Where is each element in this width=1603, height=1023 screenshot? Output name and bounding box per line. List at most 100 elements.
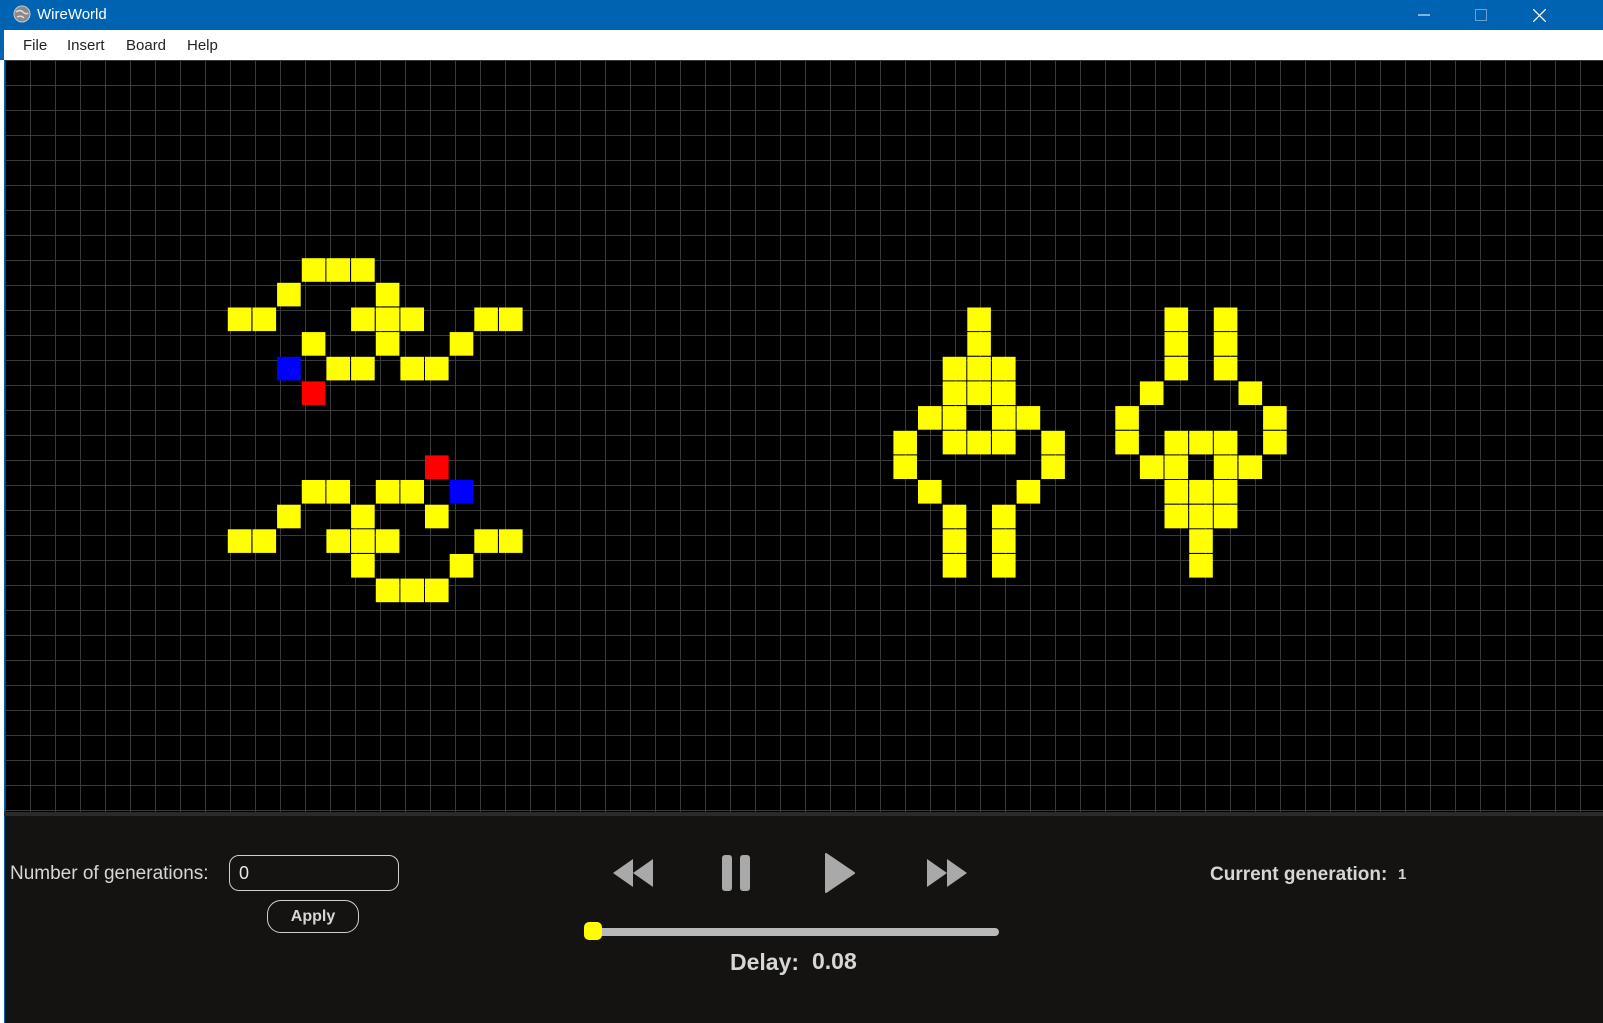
conductor-cell[interactable] [992, 554, 1016, 578]
conductor-cell[interactable] [499, 529, 523, 553]
wireworld-board[interactable] [4, 60, 1603, 812]
generations-input[interactable] [229, 855, 399, 891]
conductor-cell[interactable] [942, 356, 967, 381]
conductor-cell[interactable] [474, 529, 498, 553]
conductor-cell[interactable] [400, 578, 424, 603]
delay-slider-track[interactable] [585, 928, 999, 936]
conductor-cell[interactable] [1189, 529, 1213, 553]
conductor-cell[interactable] [942, 430, 967, 455]
conductor-cell[interactable] [277, 282, 301, 307]
conductor-cell[interactable] [400, 480, 424, 504]
electron-head-cell[interactable] [277, 356, 301, 381]
menu-insert[interactable]: Insert [67, 37, 105, 54]
conductor-cell[interactable] [967, 332, 991, 356]
conductor-cell[interactable] [1189, 430, 1213, 455]
conductor-cell[interactable] [449, 332, 474, 356]
conductor-cell[interactable] [967, 381, 991, 405]
conductor-cell[interactable] [992, 381, 1016, 405]
conductor-cell[interactable] [1213, 430, 1238, 455]
conductor-cell[interactable] [425, 356, 449, 381]
conductor-cell[interactable] [326, 480, 350, 504]
menu-board[interactable]: Board [126, 37, 166, 54]
conductor-cell[interactable] [351, 529, 375, 553]
conductor-cell[interactable] [967, 430, 991, 455]
conductor-cell[interactable] [1139, 381, 1164, 405]
conductor-cell[interactable] [1189, 504, 1213, 529]
conductor-cell[interactable] [992, 529, 1016, 553]
conductor-cell[interactable] [326, 529, 350, 553]
menu-help[interactable]: Help [187, 37, 218, 54]
conductor-cell[interactable] [1213, 332, 1238, 356]
conductor-cell[interactable] [499, 307, 523, 332]
conductor-cell[interactable] [992, 406, 1016, 430]
apply-button[interactable]: Apply [267, 900, 359, 933]
conductor-cell[interactable] [942, 504, 967, 529]
conductor-cell[interactable] [1213, 504, 1238, 529]
conductor-cell[interactable] [992, 504, 1016, 529]
conductor-cell[interactable] [351, 356, 375, 381]
pause-icon[interactable] [710, 847, 762, 899]
conductor-cell[interactable] [277, 504, 301, 529]
conductor-cell[interactable] [1238, 381, 1263, 405]
conductor-cell[interactable] [227, 307, 252, 332]
conductor-cell[interactable] [1115, 430, 1139, 455]
conductor-cell[interactable] [992, 430, 1016, 455]
conductor-cell[interactable] [351, 307, 375, 332]
conductor-cell[interactable] [1164, 480, 1189, 504]
conductor-cell[interactable] [375, 529, 400, 553]
fast-forward-icon[interactable] [921, 847, 973, 899]
conductor-cell[interactable] [400, 356, 424, 381]
conductor-cell[interactable] [918, 406, 942, 430]
rewind-icon[interactable] [607, 847, 659, 899]
conductor-cell[interactable] [227, 529, 252, 553]
conductor-cell[interactable] [1213, 480, 1238, 504]
conductor-cell[interactable] [375, 578, 400, 603]
conductor-cell[interactable] [252, 529, 277, 553]
electron-tail-cell[interactable] [425, 455, 449, 479]
conductor-cell[interactable] [375, 307, 400, 332]
delay-slider-thumb[interactable] [584, 922, 602, 940]
conductor-cell[interactable] [375, 332, 400, 356]
play-icon[interactable] [813, 847, 865, 899]
conductor-cell[interactable] [1115, 406, 1139, 430]
conductor-cell[interactable] [1164, 504, 1189, 529]
electron-tail-cell[interactable] [301, 381, 326, 405]
conductor-cell[interactable] [1016, 480, 1041, 504]
conductor-cell[interactable] [301, 258, 326, 282]
conductor-cell[interactable] [1164, 307, 1189, 332]
conductor-cell[interactable] [375, 282, 400, 307]
conductor-cell[interactable] [351, 258, 375, 282]
conductor-cell[interactable] [1164, 430, 1189, 455]
conductor-cell[interactable] [1213, 356, 1238, 381]
conductor-cell[interactable] [942, 529, 967, 553]
conductor-cell[interactable] [326, 356, 350, 381]
conductor-cell[interactable] [1041, 455, 1065, 479]
conductor-cell[interactable] [1164, 455, 1189, 479]
conductor-cell[interactable] [942, 406, 967, 430]
conductor-cell[interactable] [449, 554, 474, 578]
conductor-cell[interactable] [351, 504, 375, 529]
menu-file[interactable]: File [23, 37, 47, 54]
conductor-cell[interactable] [326, 258, 350, 282]
conductor-cell[interactable] [400, 307, 424, 332]
conductor-cell[interactable] [1263, 406, 1287, 430]
conductor-cell[interactable] [351, 554, 375, 578]
conductor-cell[interactable] [301, 480, 326, 504]
conductor-cell[interactable] [992, 356, 1016, 381]
conductor-cell[interactable] [967, 307, 991, 332]
conductor-cell[interactable] [1164, 356, 1189, 381]
conductor-cell[interactable] [942, 554, 967, 578]
conductor-cell[interactable] [1213, 307, 1238, 332]
maximize-icon[interactable] [1452, 0, 1510, 30]
conductor-cell[interactable] [425, 578, 449, 603]
conductor-cell[interactable] [1016, 406, 1041, 430]
minimize-icon[interactable] [1395, 0, 1453, 30]
conductor-cell[interactable] [1238, 455, 1263, 479]
conductor-cell[interactable] [1263, 430, 1287, 455]
conductor-cell[interactable] [1189, 480, 1213, 504]
conductor-cell[interactable] [1164, 332, 1189, 356]
conductor-cell[interactable] [918, 480, 942, 504]
conductor-cell[interactable] [942, 381, 967, 405]
conductor-cell[interactable] [1139, 455, 1164, 479]
conductor-cell[interactable] [425, 504, 449, 529]
